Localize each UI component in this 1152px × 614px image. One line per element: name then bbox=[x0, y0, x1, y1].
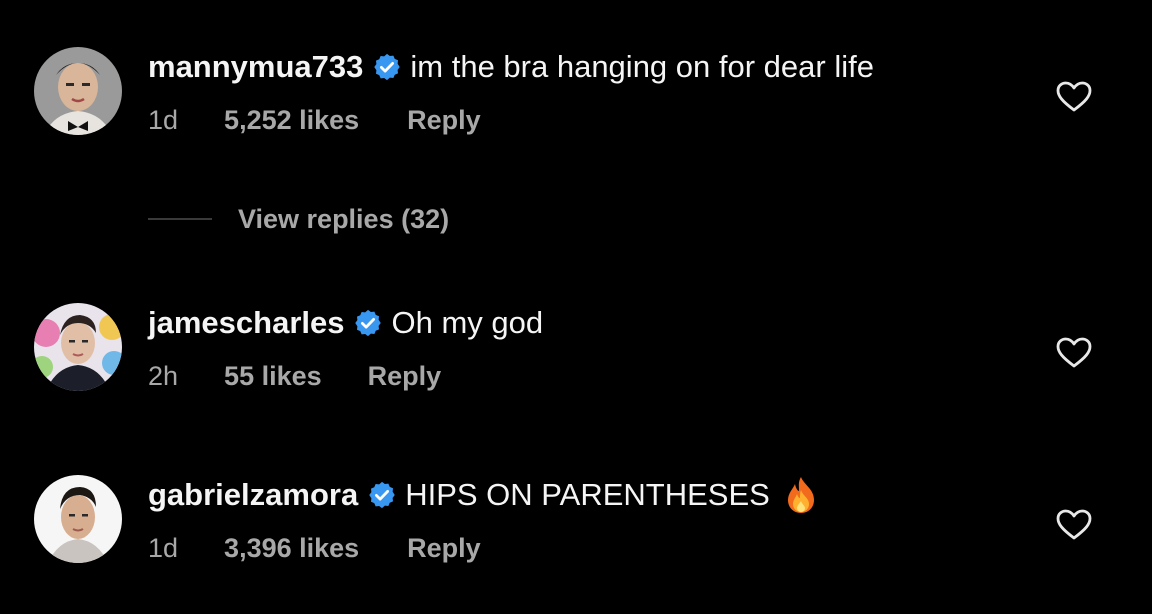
comment-item-jamescharles: jamescharles Oh my god 2h 55 likes Reply bbox=[0, 303, 1152, 413]
avatar-jamescharles[interactable] bbox=[34, 303, 122, 391]
comment-line: gabrielzamora HIPS ON PARENTHESES bbox=[148, 475, 818, 515]
reply-button[interactable]: Reply bbox=[407, 105, 481, 136]
comment-time: 1d bbox=[148, 532, 179, 563]
view-replies-button[interactable]: View replies (32) bbox=[148, 202, 449, 236]
comment-time: 1d bbox=[148, 104, 179, 135]
verified-badge-icon bbox=[372, 52, 402, 82]
like-count[interactable]: 3,396 likes bbox=[224, 533, 359, 564]
username[interactable]: mannymua733 bbox=[148, 49, 363, 85]
comment-text: Oh my god bbox=[391, 305, 544, 340]
avatar-mannymua733[interactable] bbox=[34, 47, 122, 135]
comment-line: mannymua733 im the bra hanging on for de… bbox=[148, 47, 874, 87]
username[interactable]: gabrielzamora bbox=[148, 477, 358, 513]
comment-item-gabrielzamora: gabrielzamora HIPS ON PARENTHESES 1d 3,3… bbox=[0, 475, 1152, 585]
comment-item-mannymua733: mannymua733 im the bra hanging on for de… bbox=[0, 47, 1152, 157]
comment-meta: 1d 5,252 likes Reply bbox=[148, 105, 481, 135]
comment-time: 2h bbox=[148, 360, 179, 391]
fire-emoji-icon bbox=[784, 476, 818, 514]
divider-line bbox=[148, 218, 212, 220]
verified-badge-icon bbox=[353, 308, 383, 338]
comment-text: im the bra hanging on for dear life bbox=[410, 49, 874, 84]
comment-meta: 2h 55 likes Reply bbox=[148, 361, 441, 391]
verified-badge-icon bbox=[367, 480, 397, 510]
heart-outline-icon[interactable] bbox=[1056, 337, 1092, 369]
heart-outline-icon[interactable] bbox=[1056, 81, 1092, 113]
like-count[interactable]: 55 likes bbox=[224, 361, 322, 392]
reply-button[interactable]: Reply bbox=[407, 533, 481, 564]
reply-button[interactable]: Reply bbox=[368, 361, 442, 392]
like-count[interactable]: 5,252 likes bbox=[224, 105, 359, 136]
heart-outline-icon[interactable] bbox=[1056, 509, 1092, 541]
username[interactable]: jamescharles bbox=[148, 305, 344, 341]
comment-meta: 1d 3,396 likes Reply bbox=[148, 533, 481, 563]
avatar-gabrielzamora[interactable] bbox=[34, 475, 122, 563]
comment-line: jamescharles Oh my god bbox=[148, 303, 543, 343]
view-replies-label: View replies (32) bbox=[238, 203, 450, 234]
comment-text: HIPS ON PARENTHESES bbox=[405, 477, 770, 512]
